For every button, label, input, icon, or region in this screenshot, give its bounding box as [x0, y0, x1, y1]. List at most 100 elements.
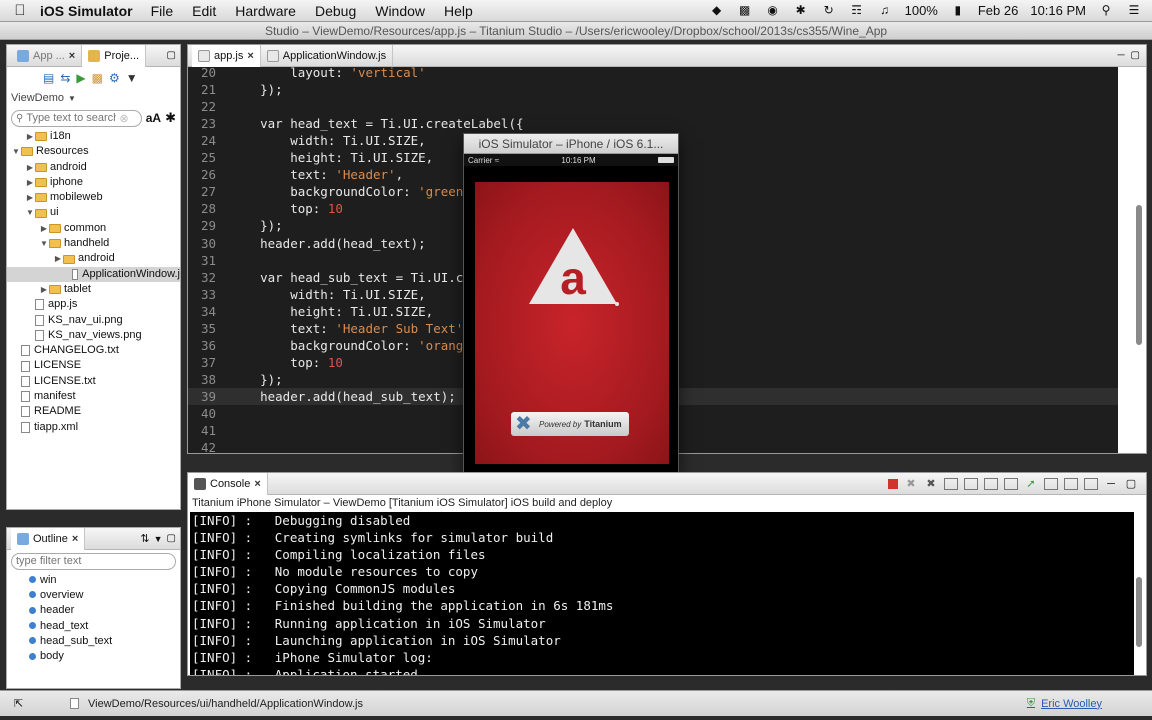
- open-console-icon[interactable]: [1064, 477, 1078, 490]
- run-icon[interactable]: ▶: [76, 71, 85, 85]
- outline-filter-input[interactable]: [16, 555, 106, 567]
- outline-item[interactable]: body: [7, 648, 180, 663]
- tree-item[interactable]: ▼ Resources: [7, 144, 180, 159]
- close-icon[interactable]: ×: [254, 478, 260, 490]
- menu-date[interactable]: Feb 26: [978, 3, 1018, 18]
- dropbox-icon[interactable]: ◆: [709, 4, 725, 17]
- remove-all-icon[interactable]: ✖: [924, 478, 938, 490]
- outline-item[interactable]: head_text: [7, 618, 180, 633]
- tree-item[interactable]: ▶ common: [7, 221, 180, 236]
- tree-item[interactable]: ApplicationWindow.j: [7, 266, 180, 282]
- display-console-icon[interactable]: [1044, 477, 1058, 490]
- minimize-icon[interactable]: ─: [1117, 50, 1124, 61]
- editor-scrollbar[interactable]: [1134, 75, 1144, 375]
- console-scrollbar[interactable]: [1134, 517, 1144, 667]
- font-case-toggle[interactable]: aA: [146, 111, 161, 125]
- tree-item[interactable]: KS_nav_views.png: [7, 328, 180, 343]
- tree-item[interactable]: ▶ android: [7, 160, 180, 175]
- skype-icon[interactable]: ◉: [765, 4, 781, 17]
- spotlight-search-icon[interactable]: ⚲: [1098, 4, 1114, 17]
- tab-app-js[interactable]: app.js ×: [192, 44, 261, 67]
- user-account-link[interactable]: ⛨ Eric Woolley: [1027, 697, 1102, 710]
- bluetooth-icon[interactable]: ✱: [793, 4, 809, 17]
- chevron-right-icon[interactable]: ▶: [39, 221, 49, 236]
- explorer-search-input[interactable]: [26, 112, 117, 124]
- tab-app-explorer[interactable]: App ... ×: [11, 44, 83, 67]
- close-icon[interactable]: ×: [69, 50, 75, 62]
- menu-time[interactable]: 10:16 PM: [1030, 3, 1086, 18]
- notification-center-icon[interactable]: ☰: [1126, 4, 1142, 17]
- tree-item[interactable]: ▶ tablet: [7, 282, 180, 297]
- tab-project-explorer[interactable]: Proje...: [82, 44, 147, 67]
- chevron-right-icon[interactable]: ▶: [25, 190, 35, 205]
- chevron-right-icon[interactable]: ▶: [53, 251, 63, 266]
- word-wrap-icon[interactable]: [984, 477, 998, 490]
- sort-icon[interactable]: ⇅: [140, 532, 149, 545]
- close-icon[interactable]: ×: [72, 533, 78, 545]
- clear-console-icon[interactable]: [944, 477, 958, 490]
- tree-item[interactable]: ▶ iphone: [7, 175, 180, 190]
- tree-item[interactable]: ▼ ui: [7, 205, 180, 220]
- menu-file[interactable]: File: [151, 3, 174, 19]
- regex-toggle[interactable]: ✱: [165, 110, 176, 126]
- outline-item[interactable]: overview: [7, 587, 180, 602]
- volume-icon[interactable]: ♫: [877, 4, 893, 17]
- wifi-icon[interactable]: ☶: [849, 4, 865, 17]
- pin-console-icon[interactable]: ➚: [1024, 478, 1038, 490]
- clear-search-icon[interactable]: ⊗: [119, 112, 128, 125]
- chevron-right-icon[interactable]: ▶: [25, 160, 35, 175]
- close-icon[interactable]: ×: [247, 50, 253, 62]
- tree-item[interactable]: ▶ i18n: [7, 129, 180, 144]
- tree-item[interactable]: LICENSE: [7, 358, 180, 373]
- minimize-icon[interactable]: ─: [1104, 478, 1118, 490]
- remove-launch-icon[interactable]: ✖: [904, 478, 918, 490]
- collapse-all-icon[interactable]: ▤: [43, 71, 54, 85]
- tree-item[interactable]: ▶ android: [7, 251, 180, 266]
- chevron-right-icon[interactable]: ▶: [39, 282, 49, 297]
- tree-item[interactable]: LICENSE.txt: [7, 374, 180, 389]
- chevron-down-icon[interactable]: ▼: [39, 236, 49, 251]
- tab-outline[interactable]: Outline ×: [11, 527, 86, 550]
- terminal-icon[interactable]: ▩: [737, 4, 753, 17]
- chevron-right-icon[interactable]: ▶: [25, 175, 35, 190]
- outline-item[interactable]: header: [7, 603, 180, 618]
- project-selector[interactable]: ViewDemo ▼: [7, 89, 180, 107]
- tab-console[interactable]: Console ×: [188, 472, 268, 495]
- minimize-icon[interactable]: ▢: [167, 533, 176, 544]
- console-output[interactable]: [INFO] : Debugging disabled [INFO] : Crea…: [190, 512, 1134, 675]
- tree-item[interactable]: README: [7, 404, 180, 419]
- tree-item[interactable]: ▶ mobileweb: [7, 190, 180, 205]
- time-machine-icon[interactable]: ↻: [821, 4, 837, 17]
- view-menu-icon[interactable]: [1084, 477, 1098, 490]
- chevron-right-icon[interactable]: ▶: [25, 129, 35, 144]
- menu-help[interactable]: Help: [444, 3, 473, 19]
- scroll-lock-icon[interactable]: [964, 477, 978, 490]
- ios-splash-screen[interactable]: a ✖ Powered by Titanium: [475, 182, 669, 464]
- terminate-icon[interactable]: [888, 478, 898, 489]
- tree-item[interactable]: CHANGELOG.txt: [7, 343, 180, 358]
- tree-item[interactable]: manifest: [7, 389, 180, 404]
- apple-menu-icon[interactable]: : [0, 2, 40, 19]
- deploy-icon[interactable]: ▩: [92, 71, 103, 85]
- tree-item[interactable]: KS_nav_ui.png: [7, 313, 180, 328]
- show-stdout-icon[interactable]: [1004, 477, 1018, 490]
- tree-item[interactable]: tiapp.xml: [7, 420, 180, 435]
- chevron-down-icon[interactable]: ▼: [11, 144, 21, 159]
- menu-debug[interactable]: Debug: [315, 3, 356, 19]
- menu-hardware[interactable]: Hardware: [235, 3, 296, 19]
- link-editor-icon[interactable]: ⇆: [60, 71, 70, 85]
- battery-percent[interactable]: 100%: [905, 3, 938, 18]
- app-menu[interactable]: iOS Simulator: [40, 3, 133, 19]
- outline-item[interactable]: head_sub_text: [7, 633, 180, 648]
- debug-icon[interactable]: ⚙: [109, 71, 120, 85]
- tab-applicationwindow-js[interactable]: ApplicationWindow.js: [261, 44, 394, 67]
- tree-item[interactable]: ▼ handheld: [7, 236, 180, 251]
- tree-item[interactable]: app.js: [7, 297, 180, 312]
- chevron-down-icon[interactable]: ▼: [25, 205, 35, 220]
- view-menu-icon[interactable]: ▼: [126, 71, 138, 85]
- simulator-title[interactable]: iOS Simulator – iPhone / iOS 6.1...: [464, 134, 678, 154]
- menu-edit[interactable]: Edit: [192, 3, 216, 19]
- maximize-icon[interactable]: ▢: [1131, 50, 1140, 61]
- minimize-icon[interactable]: ▢: [167, 50, 176, 61]
- view-menu-icon[interactable]: ▼: [154, 534, 163, 544]
